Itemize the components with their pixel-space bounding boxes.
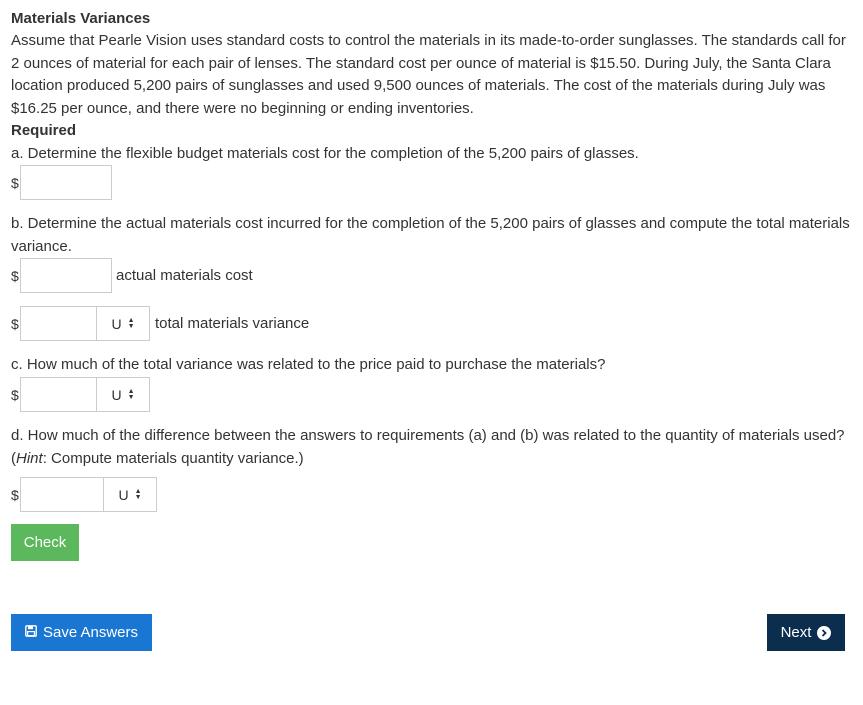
select-value: U [111,315,122,332]
currency-symbol: $ [11,486,19,503]
up-down-arrows-icon: ▲ ▼ [127,387,135,401]
currency-symbol: $ [11,386,19,403]
flexible-budget-cost-input[interactable] [20,165,112,200]
save-answers-button[interactable]: Save Answers [11,614,152,651]
hint-label: Hint [16,449,43,467]
next-button[interactable]: Next [767,614,845,651]
quantity-variance-select[interactable]: U ▲ ▼ [104,477,157,512]
next-label: Next [780,624,812,641]
actual-materials-cost-label: actual materials cost [116,267,253,284]
up-down-arrows-icon: ▲ ▼ [127,316,135,330]
select-value: U [118,486,129,503]
currency-symbol: $ [11,267,19,284]
question-intro: Assume that Pearle Vision uses standard … [11,32,846,117]
actual-materials-cost-input[interactable] [20,258,112,293]
total-variance-select[interactable]: U ▲ ▼ [97,306,150,341]
question-b-text: b. Determine the actual materials cost i… [11,215,850,255]
check-button[interactable]: Check [11,524,79,561]
total-variance-label: total materials variance [155,315,310,332]
question-c-text: c. How much of the total variance was re… [11,356,606,373]
answer-d-row: $ U ▲ ▼ [11,476,157,513]
up-down-arrows-icon: ▲ ▼ [134,487,142,501]
question-d-text: d. How much of the difference between th… [11,425,851,470]
answer-a-row: $ [11,164,112,201]
currency-symbol: $ [11,174,19,191]
answer-b-variance-row: $ U ▲ ▼ total materials variance [11,305,309,342]
save-answers-label: Save Answers [42,624,139,641]
question-a-text: a. Determine the flexible budget materia… [11,145,639,162]
floppy-disk-icon [25,624,37,641]
price-variance-select[interactable]: U ▲ ▼ [97,377,150,412]
total-variance-input[interactable] [20,306,97,341]
chevron-circle-right-icon [817,625,832,640]
answer-b-actual-row: $ actual materials cost [11,257,253,294]
price-variance-input[interactable] [20,377,97,412]
required-heading: Required [11,122,77,139]
question-content: Materials Variances Assume that Pearle V… [11,8,847,142]
select-value: U [111,386,122,403]
quantity-variance-input[interactable] [20,477,104,512]
currency-symbol: $ [11,315,19,332]
question-title: Materials Variances [11,10,151,27]
answer-c-row: $ U ▲ ▼ [11,376,150,413]
question-d-text-end: : Compute materials quantity variance.) [42,449,304,467]
